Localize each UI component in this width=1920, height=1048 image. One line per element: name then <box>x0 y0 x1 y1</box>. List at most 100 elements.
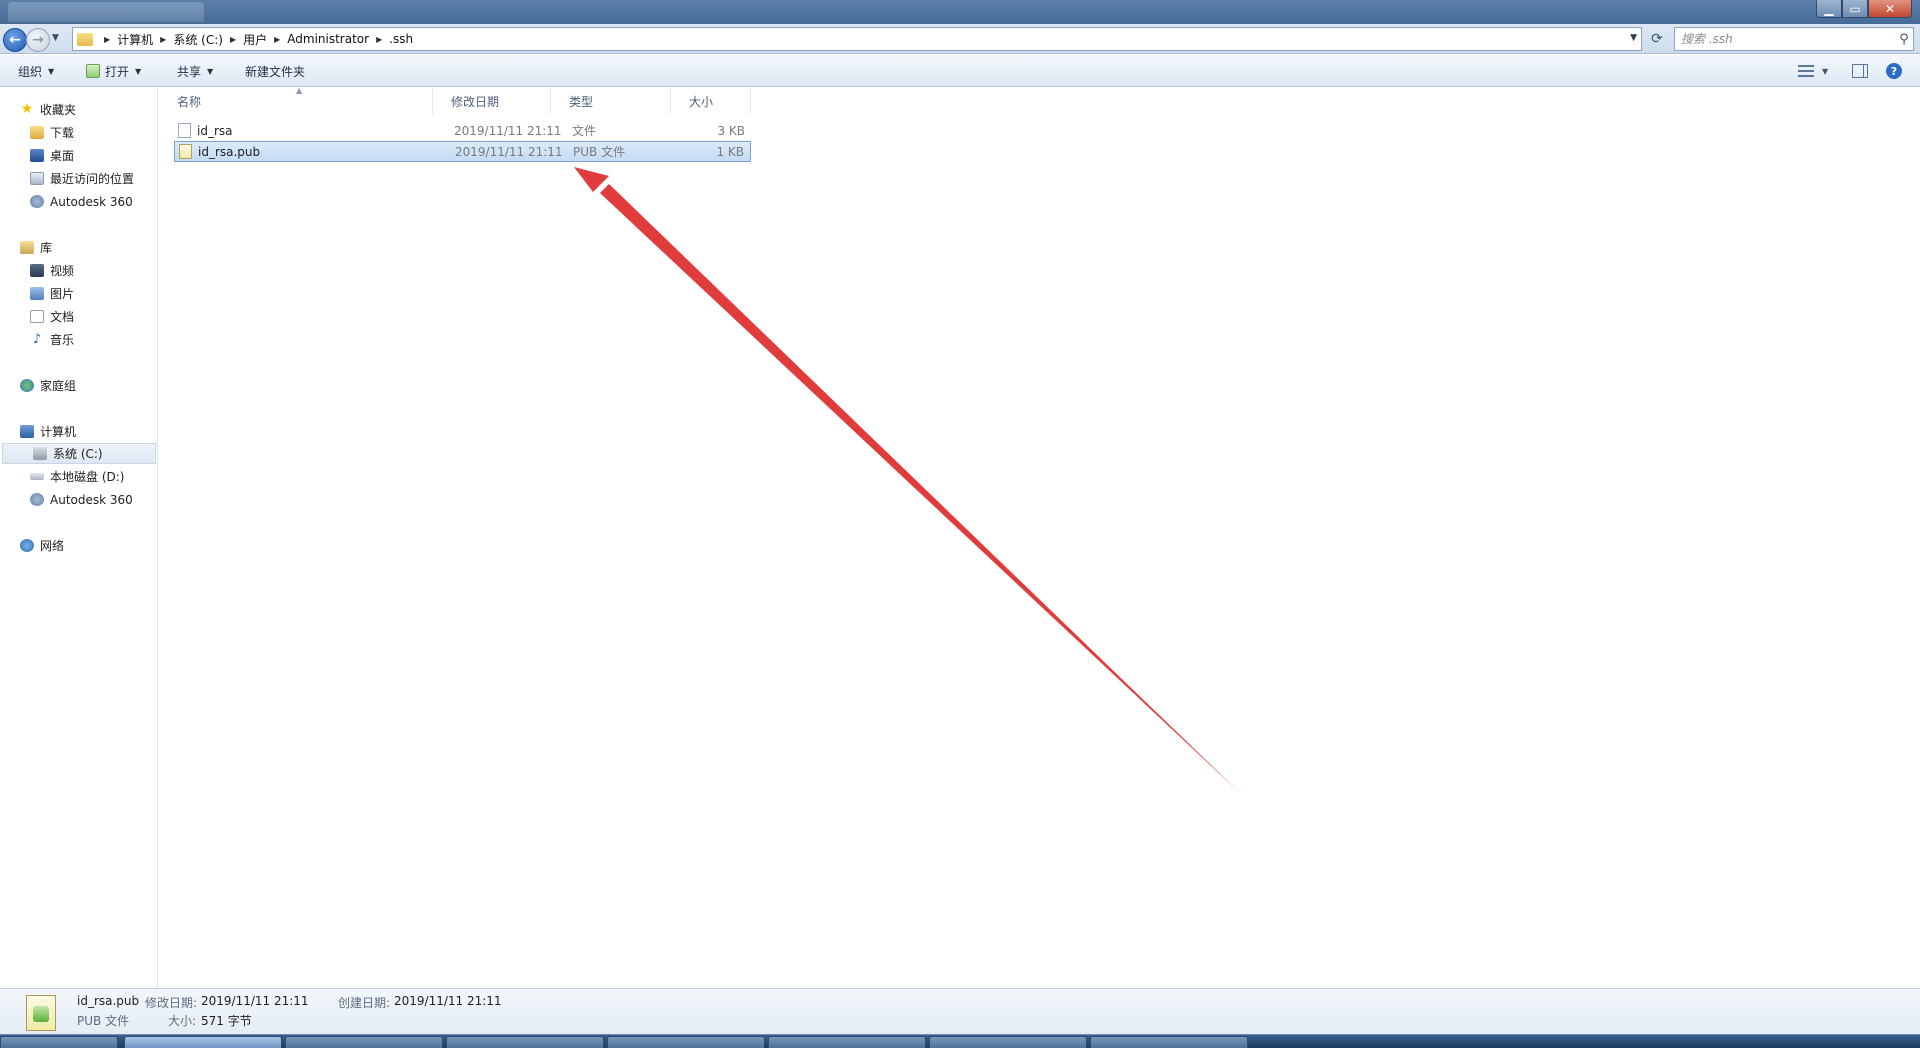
nav-label: 最近访问的位置 <box>50 172 135 186</box>
nav-autodesk-360-fav[interactable]: Autodesk 360 <box>0 191 156 212</box>
nav-libraries[interactable]: 库 <box>0 237 156 258</box>
file-row-selected[interactable]: id_rsa.pub 2019/11/11 21:11 PUB 文件 1 KB <box>174 141 751 162</box>
local-disk-icon <box>30 473 44 480</box>
back-button[interactable]: ← <box>3 28 27 52</box>
nav-homegroup[interactable]: 家庭组 <box>0 375 156 396</box>
nav-recent-places[interactable]: 最近访问的位置 <box>0 168 156 189</box>
refresh-button[interactable]: ⟳ <box>1646 29 1668 49</box>
file-row[interactable]: id_rsa 2019/11/11 21:11 文件 3 KB <box>174 120 751 141</box>
column-header-type[interactable]: 类型 <box>551 88 671 114</box>
file-icon <box>178 123 191 138</box>
column-label: 修改日期 <box>451 94 500 109</box>
back-arrow-icon: ← <box>9 32 21 48</box>
nav-drive-c[interactable]: 系统 (C:) <box>2 443 156 464</box>
search-icon[interactable]: ⚲ <box>1895 32 1913 47</box>
nav-favorites[interactable]: ★ 收藏夹 <box>0 99 156 120</box>
nav-drive-d[interactable]: 本地磁盘 (D:) <box>0 466 156 487</box>
file-type: 文件 <box>572 124 597 138</box>
recent-places-icon <box>30 172 44 185</box>
column-header-name[interactable]: 名称 ▲ <box>159 86 433 114</box>
nav-autodesk-360-pc[interactable]: Autodesk 360 <box>0 489 156 510</box>
nav-label: Autodesk 360 <box>50 194 133 209</box>
nav-computer[interactable]: 计算机 <box>0 421 156 442</box>
file-size: 1 KB <box>716 144 744 159</box>
pub-file-large-icon <box>26 995 56 1031</box>
nav-network[interactable]: 网络 <box>0 535 156 556</box>
chevron-right-icon[interactable]: ▶ <box>160 35 166 44</box>
details-filename: id_rsa.pub <box>77 994 140 1008</box>
taskbar-button-app[interactable] <box>768 1036 926 1048</box>
column-header-date[interactable]: 修改日期 <box>433 88 551 114</box>
preview-pane-button[interactable] <box>1852 62 1868 80</box>
share-label: 共享 <box>177 64 202 79</box>
maximize-button[interactable]: ▭ <box>1842 0 1868 18</box>
file-type: PUB 文件 <box>573 145 626 159</box>
nav-desktop[interactable]: 桌面 <box>0 145 156 166</box>
file-name: id_rsa.pub <box>198 144 261 159</box>
nav-label: 文档 <box>50 310 75 324</box>
nav-label: 家庭组 <box>40 379 77 393</box>
taskbar-button-explorer[interactable] <box>124 1036 282 1048</box>
taskbar-button-app[interactable] <box>607 1036 765 1048</box>
nav-label: 网络 <box>40 539 65 553</box>
taskbar-button-app[interactable] <box>446 1036 604 1048</box>
address-history-dropdown[interactable]: ▼ <box>1630 33 1637 43</box>
breadcrumb-ssh[interactable]: .ssh <box>389 32 413 46</box>
taskbar-button-app[interactable] <box>1090 1036 1248 1048</box>
nav-label: 系统 (C:) <box>53 447 103 461</box>
details-modified-label: 修改日期: <box>145 996 198 1010</box>
desktop-icon <box>30 149 44 162</box>
chevron-right-icon[interactable]: ▶ <box>274 35 280 44</box>
nav-documents[interactable]: 文档 <box>0 306 156 327</box>
breadcrumb-users[interactable]: 用户 <box>243 31 267 48</box>
nav-music[interactable]: ♪ 音乐 <box>0 329 156 350</box>
videos-icon <box>30 264 44 277</box>
music-note-icon: ♪ <box>32 332 42 347</box>
forward-button[interactable]: → <box>26 28 50 52</box>
nav-label: 库 <box>40 241 53 255</box>
minimize-button[interactable]: ▁ <box>1816 0 1842 18</box>
start-button[interactable] <box>0 1036 118 1048</box>
nav-videos[interactable]: 视频 <box>0 260 156 281</box>
nav-downloads[interactable]: 下载 <box>0 122 156 143</box>
change-view-button[interactable]: ▼ <box>1798 62 1828 80</box>
search-box[interactable]: ⚲ <box>1674 27 1914 51</box>
details-pane: id_rsa.pub 修改日期: 2019/11/11 21:11 创建日期: … <box>0 988 1920 1034</box>
chevron-right-icon[interactable]: ▶ <box>376 35 382 44</box>
search-input[interactable] <box>1675 32 1895 46</box>
recent-pages-dropdown[interactable]: ▼ <box>52 33 59 43</box>
network-icon <box>20 539 34 552</box>
taskbar-button-app[interactable] <box>285 1036 443 1048</box>
new-folder-label: 新建文件夹 <box>245 64 306 79</box>
taskbar-button-app[interactable] <box>929 1036 1087 1048</box>
details-size-label: 大小: <box>168 1014 197 1028</box>
details-created-label: 创建日期: <box>338 996 391 1010</box>
open-button[interactable]: 打开 ▼ <box>86 62 141 80</box>
breadcrumb-computer[interactable]: 计算机 <box>117 31 153 48</box>
system-drive-icon <box>33 447 47 460</box>
downloads-folder-icon <box>30 126 44 139</box>
chevron-down-icon: ▼ <box>207 66 214 76</box>
organize-label: 组织 <box>18 64 43 79</box>
address-row: ← → ▼ ▶ 计算机 ▶ 系统 (C:) ▶ 用户 ▶ Administrat… <box>0 24 1920 54</box>
file-size: 3 KB <box>717 123 745 138</box>
column-header-size[interactable]: 大小 <box>671 88 751 114</box>
breadcrumb-administrator[interactable]: Administrator <box>287 32 369 46</box>
nav-label: 下载 <box>50 126 75 140</box>
chevron-right-icon[interactable]: ▶ <box>104 35 110 44</box>
computer-icon <box>20 425 34 438</box>
share-button[interactable]: 共享 ▼ <box>177 62 213 80</box>
chevron-right-icon[interactable]: ▶ <box>230 35 236 44</box>
organize-button[interactable]: 组织 ▼ <box>18 62 54 80</box>
new-folder-button[interactable]: 新建文件夹 <box>245 62 305 80</box>
taskbar <box>0 1034 1920 1048</box>
breadcrumb-drive-c[interactable]: 系统 (C:) <box>173 31 223 48</box>
chevron-down-icon: ▼ <box>48 66 55 76</box>
open-file-icon <box>86 64 100 78</box>
details-modified-value: 2019/11/11 21:11 <box>201 994 309 1008</box>
nav-pictures[interactable]: 图片 <box>0 283 156 304</box>
address-bar[interactable]: ▶ 计算机 ▶ 系统 (C:) ▶ 用户 ▶ Administrator ▶ .… <box>72 27 1642 51</box>
close-button[interactable]: ✕ <box>1868 0 1912 18</box>
refresh-icon: ⟳ <box>1651 31 1663 47</box>
help-button[interactable]: ? <box>1886 62 1902 80</box>
